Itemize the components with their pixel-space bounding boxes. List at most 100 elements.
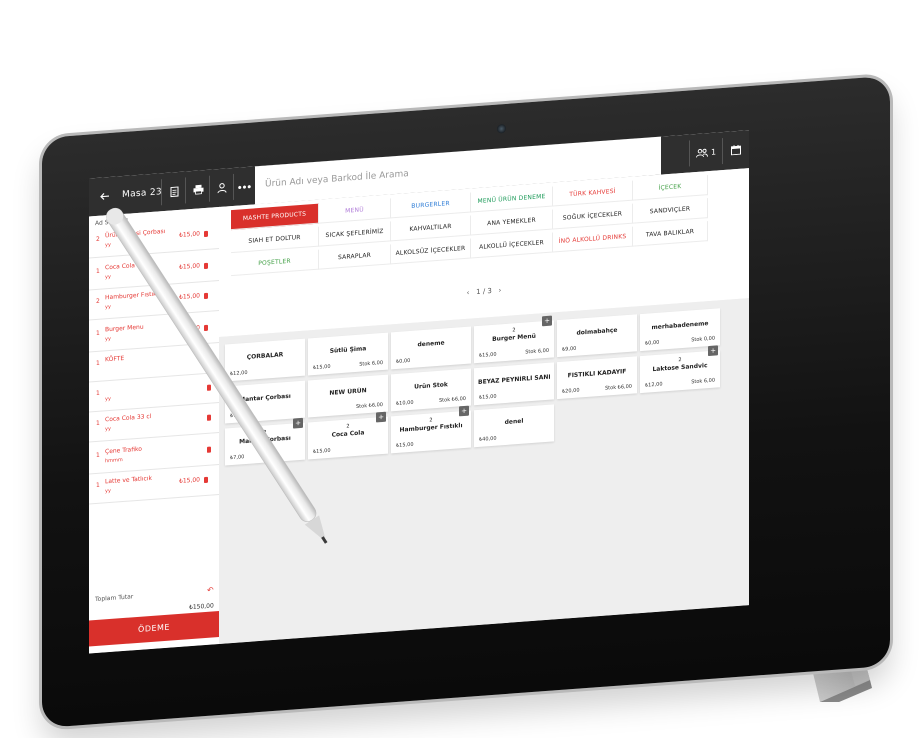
product-tile[interactable]: Ürün Stok ₺10,00 Stok ₺6,00 [391,368,471,412]
product-tile[interactable]: 2 Burger Menü ₺15,00 Stok 6,00 + [474,315,554,364]
trash-icon[interactable] [204,476,208,484]
category-tab[interactable]: İÇECEK [633,175,708,201]
plus-icon[interactable]: + [542,315,552,327]
category-tab[interactable]: ALKOLLÜ İÇECEKLER [471,232,553,259]
product-tile[interactable]: ÇORBALAR ₺12,00 [225,338,305,382]
trash-icon[interactable] [204,230,208,238]
product-stock: Stok ₺6,00 [605,383,632,392]
product-tile[interactable]: denel ₺40,00 [474,404,554,448]
guests-button[interactable]: 1 [691,132,721,172]
order-item-qty: 2 [96,297,100,306]
chevron-left-icon[interactable]: ‹ [467,289,470,297]
product-tile[interactable]: 2 Laktose Sandvic ₺12,00 Stok 6,00 + [640,345,720,394]
product-tile[interactable]: deneme ₺0,00 [391,326,471,370]
more-button[interactable]: ● ● ● [234,166,255,206]
order-item-note: yy [105,395,111,403]
product-price: ₺9,00 [562,345,577,353]
print-bill-button[interactable] [163,171,185,211]
product-stock: Stok ₺6,00 [356,401,383,410]
product-tile[interactable]: Sütlü Şima ₺15,00 Stok 6,00 [308,332,388,376]
plus-icon[interactable]: + [708,345,718,357]
waiter-button[interactable] [211,168,233,208]
undo-icon[interactable]: ↶ [207,585,214,594]
plus-icon[interactable]: + [293,417,303,429]
table-title: Masa 23 [122,187,162,201]
chevron-right-icon[interactable]: › [499,286,502,294]
divider [161,179,162,206]
product-tile[interactable]: 2 Mantar Çorbası ₺7,00 + [225,417,305,466]
product-name: denel [504,417,524,427]
order-item-note: yy [105,303,111,311]
calendar-icon [731,144,741,156]
order-item-price: ₺15,00 [179,476,200,485]
trash-icon[interactable] [204,262,208,270]
order-item-qty: 1 [96,329,100,338]
category-tab[interactable]: ANA YEMEKLER [471,209,553,236]
product-tile[interactable]: dolmabahçe ₺9,00 [557,314,637,358]
category-tab[interactable]: TÜRK KAHVESİ [553,180,633,207]
tablet-device: Masa 23 ● ● ● Ürün Adı veya Barkod İle A… [42,75,890,728]
category-tab[interactable]: ALKOLSÜZ İÇECEKLER [391,238,471,265]
trash-icon[interactable] [207,354,211,361]
category-tab[interactable]: MENÜ ÜRÜN DENEME [471,186,553,213]
plus-icon[interactable]: + [376,411,386,423]
product-name: BEYAZ PEYNİRLİ SANDVIÇ [478,373,550,386]
order-item-qty: 1 [96,389,100,398]
back-button[interactable] [95,177,115,216]
trash-icon[interactable] [207,446,211,453]
category-tab[interactable]: MENÜ [319,198,391,224]
divider [689,140,690,167]
pos-screen: Masa 23 ● ● ● Ürün Adı veya Barkod İle A… [89,130,749,654]
category-tab[interactable]: SIAH ET DOLTUR [231,226,319,254]
category-tab[interactable]: SANDVIÇLER [633,198,708,224]
person-icon [217,182,227,193]
product-name: dolmabahçe [576,326,618,337]
product-tile[interactable]: Mantar Çorbası ₺7,00 [225,380,305,424]
pay-button[interactable]: ÖDEME [89,611,219,647]
receipt-icon [170,186,178,197]
category-tab[interactable]: POŞETLER [231,249,319,277]
category-tab[interactable]: MASHTE PRODUCTS [231,203,319,231]
order-item-qty: 1 [96,359,100,368]
trash-icon[interactable] [204,324,208,332]
order-item-name: Hamburger Fıstıklı [105,290,160,302]
product-tile[interactable]: merhabadeneme ₺0,00 Stok 0,00 [640,308,720,352]
plus-icon[interactable]: + [459,405,469,417]
category-tab[interactable]: KAHVALTILAR [391,215,471,242]
category-tab[interactable]: İNÖ ALKOLLÜ DRINKS [553,226,633,253]
product-tile[interactable]: FISTIKLI KADAYIF ₺20,00 Stok ₺6,00 [557,356,637,400]
product-price: ₺40,00 [479,435,497,443]
divider [185,177,186,204]
divider [722,137,723,165]
trash-icon[interactable] [207,414,211,421]
category-tab[interactable]: TAVA BALIKLAR [633,221,708,247]
product-tile[interactable]: BEYAZ PEYNİRLİ SANDVIÇ ₺15,00 [474,362,554,406]
order-item-note: yy [105,273,111,281]
product-price: ₺0,00 [396,357,411,366]
product-stock: Stok 6,00 [691,377,715,386]
order-item-note: yy [105,425,111,433]
product-price: ₺7,00 [230,454,245,462]
product-price: ₺12,00 [645,381,663,389]
product-tile[interactable]: 2 Coca Cola ₺15,00 + [308,411,388,460]
calendar-button[interactable] [724,130,748,170]
product-name: Ürün Stok [414,381,448,391]
product-price: ₺15,00 [479,351,497,359]
product-name: NEW ÜRÜN [329,387,367,397]
trash-icon[interactable] [207,384,211,391]
order-item-price: ₺15,00 [179,292,200,301]
product-stock: Stok ₺6,00 [439,395,466,404]
product-name: merhabadeneme [651,320,709,332]
category-tab[interactable]: SICAK ŞEFLERİMİZ [319,221,391,247]
print-button[interactable] [187,170,209,210]
trash-icon[interactable] [204,292,208,300]
product-name: ÇORBALAR [246,351,284,361]
product-tile[interactable]: 2 Hamburger Fıstıklı ₺15,00 + [391,405,471,454]
order-item-name: Coca Cola 33 cl [105,412,152,424]
category-tab[interactable]: SOĞUK İÇECEKLER [553,203,633,230]
category-tab[interactable]: BURGERLER [391,192,471,219]
product-tile[interactable]: NEW ÜRÜN Stok ₺6,00 [308,374,388,418]
category-tab[interactable]: SARAPLAR [319,244,391,270]
order-item-note: hmmm [105,457,123,465]
product-price: ₺15,00 [313,363,331,372]
